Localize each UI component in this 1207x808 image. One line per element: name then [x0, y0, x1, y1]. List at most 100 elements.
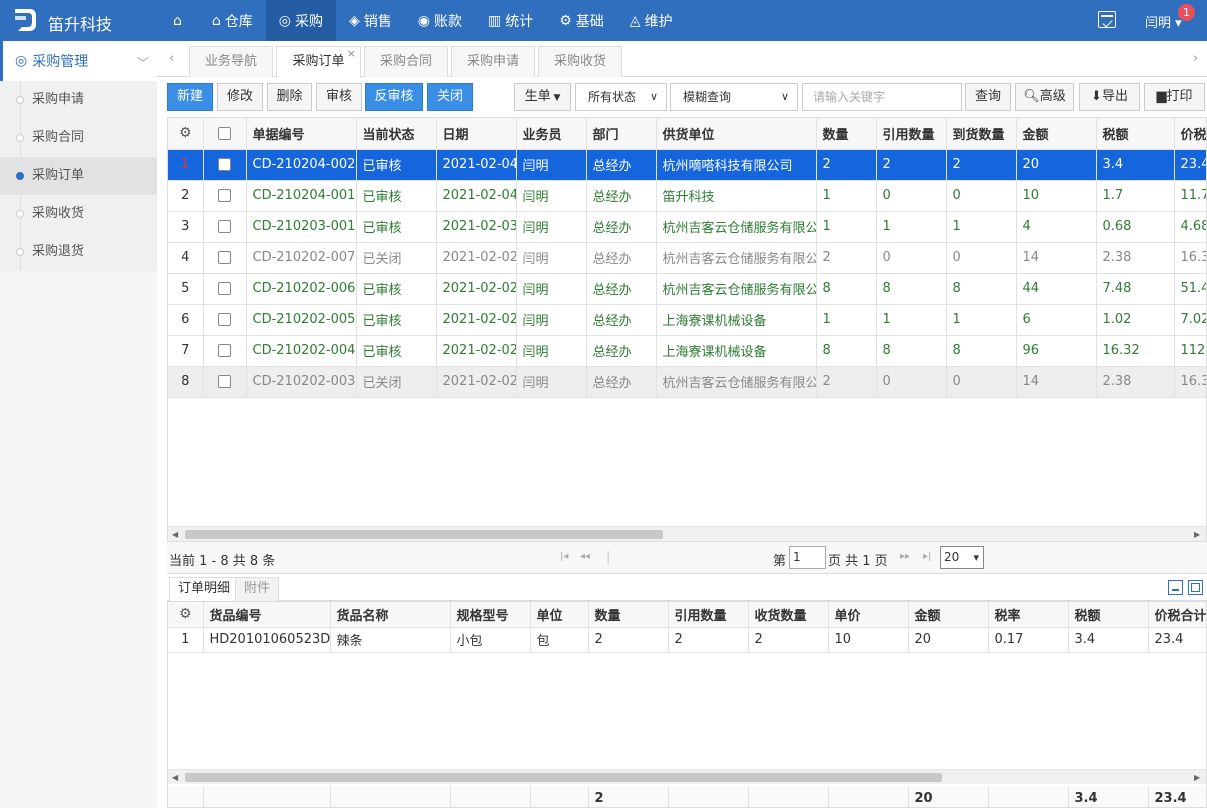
- grid-hscrollbar[interactable]: ◀ ▶: [168, 526, 1206, 541]
- sidebar-item-receipt[interactable]: 采购收货: [0, 195, 157, 233]
- checkbox[interactable]: [218, 313, 231, 326]
- column-header[interactable]: 价税合计: [1148, 602, 1206, 628]
- scroll-left-icon[interactable]: ◀: [172, 770, 178, 785]
- table-row[interactable]: 4 CD-210202-007 已关闭 2021-02-02 闫明 总经办 杭州吉客云仓储服…: [168, 242, 1206, 274]
- checkbox[interactable]: [218, 375, 231, 388]
- checkbox[interactable]: [218, 126, 231, 140]
- tab-nav[interactable]: 业务导航: [189, 46, 273, 77]
- table-row[interactable]: 6 CD-210202-005 已审核 2021-02-02 闫明 总经办 上海寮课机械设备…: [168, 304, 1206, 336]
- checkbox[interactable]: [218, 251, 231, 264]
- audit-button[interactable]: 审核: [316, 83, 362, 111]
- sidebar-item-order[interactable]: 采购订单: [0, 157, 157, 195]
- column-header[interactable]: 金额: [1016, 118, 1097, 150]
- close-button[interactable]: 关闭: [427, 83, 473, 111]
- tab-order-detail[interactable]: 订单明细: [169, 577, 240, 601]
- column-header[interactable]: 收货数量: [748, 602, 829, 628]
- scroll-thumb[interactable]: [185, 530, 663, 539]
- column-header[interactable]: 价税合计: [1174, 118, 1206, 150]
- checkbox[interactable]: [218, 189, 231, 202]
- notification-badge[interactable]: 1: [1178, 4, 1195, 21]
- checkbox[interactable]: [218, 344, 231, 357]
- table-row[interactable]: 7 CD-210202-004 已审核 2021-02-02 闫明 总经办 上海寮课机械设备…: [168, 335, 1206, 367]
- table-row[interactable]: 3 CD-210203-001 已审核 2021-02-03 闫明 总经办 杭州吉客云仓储服…: [168, 211, 1206, 243]
- tab-contract[interactable]: 采购合同: [364, 46, 448, 77]
- nav-maintain[interactable]: ◬ 维护: [617, 0, 686, 41]
- sidebar-item-contract[interactable]: 采购合同: [0, 119, 157, 157]
- table-row[interactable]: 1 HD20101060523DD 辣条 小包包 2 2 2 10 20 0.17 3.4 23.4: [168, 627, 1206, 653]
- column-header[interactable]: 金额: [908, 602, 989, 628]
- column-header[interactable]: 货品名称: [330, 602, 451, 628]
- select-all-checkbox[interactable]: [203, 118, 247, 150]
- query-button[interactable]: 查询: [965, 83, 1011, 111]
- column-header[interactable]: 数量: [588, 602, 669, 628]
- nav-account[interactable]: ◉ 账款: [405, 0, 475, 41]
- page-size-select[interactable]: 20 ▾: [940, 546, 984, 569]
- minimize-icon[interactable]: [1168, 580, 1183, 595]
- edit-button[interactable]: 修改: [217, 83, 263, 111]
- scroll-right-icon[interactable]: ▶: [1194, 770, 1200, 785]
- column-settings[interactable]: ⚙: [168, 602, 204, 628]
- chevron-right-icon[interactable]: ›: [1193, 51, 1198, 66]
- export-button[interactable]: ⬇导出: [1079, 83, 1140, 111]
- scroll-left-icon[interactable]: ◀: [172, 527, 178, 541]
- calendar-icon[interactable]: [1098, 11, 1116, 28]
- maximize-icon[interactable]: [1188, 580, 1203, 595]
- row-checkbox[interactable]: [203, 211, 247, 243]
- row-checkbox[interactable]: [203, 242, 247, 274]
- table-row[interactable]: 2 CD-210204-001 已审核 2021-02-04 闫明 总经办 笛升科技 1 0 0 1…: [168, 180, 1206, 212]
- column-header[interactable]: 引用数量: [876, 118, 947, 150]
- tab-attachment[interactable]: 附件: [235, 577, 280, 601]
- column-header[interactable]: 税额: [1096, 118, 1175, 150]
- chevron-left-icon[interactable]: ‹: [169, 51, 174, 66]
- checkbox[interactable]: [218, 282, 231, 295]
- nav-warehouse[interactable]: ⌂ 仓库: [199, 0, 266, 41]
- nav-purchase[interactable]: ◎ 采购: [265, 0, 336, 41]
- column-header[interactable]: 部门: [586, 118, 657, 150]
- table-row[interactable]: 8 CD-210202-003 已关闭 2021-02-02 闫明 总经办 杭州吉客云仓储服…: [168, 366, 1206, 398]
- column-header[interactable]: 当前状态: [356, 118, 437, 150]
- sidebar-group-purchase[interactable]: ◎ 采购管理 ﹀: [0, 41, 157, 81]
- last-page-icon[interactable]: ▸|: [923, 551, 931, 562]
- tab-receipt[interactable]: 采购收货: [538, 46, 622, 77]
- nav-stats[interactable]: ▥ 统计: [475, 0, 546, 41]
- column-header[interactable]: 日期: [436, 118, 517, 150]
- column-header[interactable]: 单价: [828, 602, 909, 628]
- print-button[interactable]: ▆打印: [1144, 83, 1205, 111]
- search-input[interactable]: 请输入关键字: [802, 83, 962, 111]
- nav-sales[interactable]: ◈ 销售: [336, 0, 405, 41]
- delete-button[interactable]: 删除: [267, 83, 312, 111]
- query-mode-select[interactable]: 模糊查询 ∨: [670, 83, 798, 111]
- scroll-thumb[interactable]: [185, 773, 942, 782]
- column-header[interactable]: 单位: [530, 602, 589, 628]
- checkbox[interactable]: [218, 220, 231, 233]
- column-settings[interactable]: ⚙: [168, 118, 204, 150]
- nav-home[interactable]: ⌂: [160, 0, 199, 41]
- user-menu[interactable]: 闫明 ▾: [1145, 12, 1182, 31]
- row-checkbox[interactable]: [203, 304, 247, 336]
- column-header[interactable]: 引用数量: [668, 602, 749, 628]
- tab-purchase-order[interactable]: 采购订单 ×: [276, 46, 361, 78]
- tab-request[interactable]: 采购申请: [451, 46, 535, 77]
- checkbox[interactable]: [218, 158, 231, 171]
- row-checkbox[interactable]: [203, 149, 247, 181]
- nav-basic[interactable]: ⚙ 基础: [546, 0, 617, 41]
- column-header[interactable]: 业务员: [516, 118, 587, 150]
- page-input[interactable]: 1: [789, 546, 826, 569]
- column-header[interactable]: 到货数量: [946, 118, 1017, 150]
- column-header[interactable]: 数量: [816, 118, 877, 150]
- sidebar-item-request[interactable]: 采购申请: [0, 81, 157, 119]
- row-checkbox[interactable]: [203, 273, 247, 305]
- table-row[interactable]: 5 CD-210202-006 已审核 2021-02-02 闫明 总经办 杭州吉客云仓储服…: [168, 273, 1206, 305]
- column-header[interactable]: 税率: [988, 602, 1069, 628]
- prev-page-icon[interactable]: ◂◂: [580, 551, 590, 562]
- advanced-button[interactable]: 🔍︎高级: [1015, 83, 1074, 111]
- column-header[interactable]: 规格型号: [450, 602, 531, 628]
- row-checkbox[interactable]: [203, 180, 247, 212]
- column-header[interactable]: 货品编号: [203, 602, 331, 628]
- status-select[interactable]: 所有状态 ∨: [575, 83, 667, 111]
- new-button[interactable]: 新建: [167, 83, 213, 111]
- column-header[interactable]: 供货单位: [656, 118, 817, 150]
- row-checkbox[interactable]: [203, 366, 247, 398]
- table-row[interactable]: 1 CD-210204-002 已审核 2021-02-04 闫明 总经办 杭州嘀嗒科技有限…: [168, 149, 1206, 181]
- column-header[interactable]: 税额: [1068, 602, 1149, 628]
